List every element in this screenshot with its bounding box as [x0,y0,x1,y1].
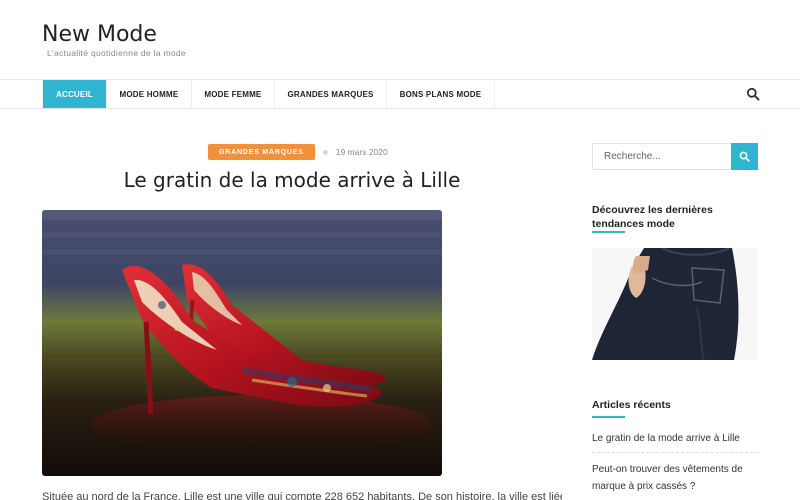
nav-item-mode-femme[interactable]: MODE FEMME [192,80,275,108]
sidebar-search-form [592,143,758,170]
search-input[interactable] [592,143,732,170]
widget-underline [592,416,625,418]
search-button[interactable] [731,143,758,170]
nav-item-mode-homme[interactable]: MODE HOMME [107,80,192,108]
site-title[interactable]: New Mode [42,22,157,47]
site-tagline: L'actualité quotidienne de la mode [47,48,186,58]
post-title[interactable]: Le gratin de la mode arrive à Lille [42,168,542,192]
recent-post-divider [592,452,758,453]
main-navigation: ACCUEIL MODE HOMME MODE FEMME GRANDES MA… [0,79,800,109]
post-meta: GRANDES MARQUES 19 mars 2020 [208,144,388,160]
nav-menu: ACCUEIL MODE HOMME MODE FEMME GRANDES MA… [42,80,495,108]
recent-post-link[interactable]: Peut-on trouver des vêtements de marque … [592,461,758,495]
widget-underline [592,231,625,233]
promo-widget-title: Découvrez les dernières tendances mode [592,204,713,230]
nav-item-grandes-marques[interactable]: GRANDES MARQUES [275,80,388,108]
category-badge[interactable]: GRANDES MARQUES [208,144,315,160]
nav-item-accueil[interactable]: ACCUEIL [43,80,107,108]
promo-widget-image[interactable] [592,248,758,360]
search-icon[interactable] [746,87,760,101]
recent-posts-title: Articles récents [592,399,671,411]
post-date[interactable]: 19 mars 2020 [336,147,388,157]
search-icon [739,151,750,162]
meta-separator-dot [322,149,328,155]
recent-post-link[interactable]: Le gratin de la mode arrive à Lille [592,430,758,447]
site-header: New Mode L'actualité quotidienne de la m… [0,0,800,80]
post-featured-image[interactable] [42,210,442,476]
post-excerpt: Située au nord de la France, Lille est u… [42,491,562,500]
nav-item-bons-plans-mode[interactable]: BONS PLANS MODE [387,80,495,108]
red-high-heels-image [42,210,442,476]
jeans-image [592,248,758,360]
